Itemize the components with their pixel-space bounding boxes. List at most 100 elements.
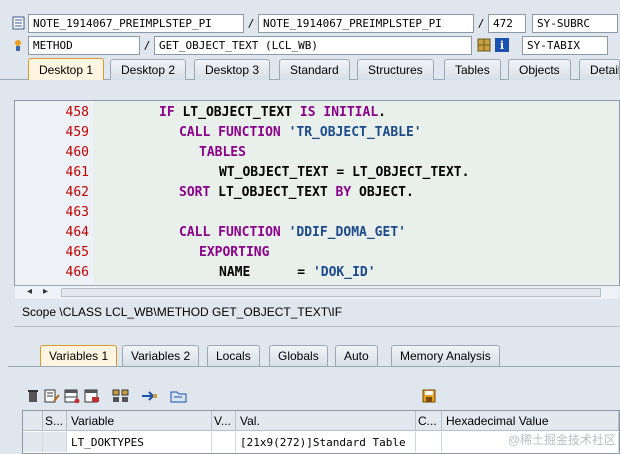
tab-tables[interactable]: Tables bbox=[444, 59, 501, 80]
line-number: 463 bbox=[65, 205, 89, 220]
program-field[interactable]: NOTE_1914067_PREIMPLSTEP_PI bbox=[28, 13, 244, 33]
remove-icon[interactable] bbox=[84, 389, 100, 406]
source-editor[interactable]: 458 459 460 461 462 463 464 465 466 IF L… bbox=[14, 100, 620, 299]
code-line-464: CALL FUNCTION 'DDIF_DOMA_GET' bbox=[179, 225, 406, 240]
hierarchy-icon[interactable] bbox=[112, 389, 130, 406]
line-number: 460 bbox=[65, 145, 89, 160]
header-row-1: NOTE_1914067_PREIMPLSTEP_PI / NOTE_19140… bbox=[0, 12, 618, 34]
code-token: BY bbox=[335, 185, 360, 200]
method-name-field[interactable]: GET_OBJECT_TEXT (LCL_WB) bbox=[154, 35, 472, 55]
code-token: LT_OBJECT_TEXT bbox=[218, 185, 336, 200]
col-header-v[interactable]: V... bbox=[212, 411, 236, 431]
tab-underline bbox=[8, 366, 620, 367]
line-number: 461 bbox=[65, 165, 89, 180]
tab-detail[interactable]: Detail bbox=[579, 59, 620, 80]
code-token: EXPORTING bbox=[199, 245, 270, 260]
col-header-c[interactable]: C... bbox=[416, 411, 442, 431]
document-icon bbox=[10, 15, 26, 31]
cell-s bbox=[43, 432, 67, 452]
info-icon[interactable]: i bbox=[494, 37, 510, 53]
col-header-hex[interactable]: Hexadecimal Value bbox=[442, 411, 619, 431]
tab-desktop-2[interactable]: Desktop 2 bbox=[110, 59, 187, 80]
separator: / bbox=[247, 16, 255, 30]
grid-icon[interactable] bbox=[476, 37, 492, 53]
cell-value[interactable]: [21x9(272)]Standard Table bbox=[236, 432, 416, 452]
tab-objects[interactable]: Objects bbox=[508, 59, 571, 80]
folder-icon[interactable] bbox=[170, 389, 188, 406]
watermark: @稀土掘金技术社区 bbox=[507, 433, 616, 447]
sysfield-1[interactable]: SY-SUBRC bbox=[532, 13, 618, 33]
line-gutter: 458 459 460 461 462 463 464 465 466 bbox=[15, 101, 93, 285]
code-token: WT_OBJECT_TEXT bbox=[219, 165, 337, 180]
row-selector[interactable] bbox=[23, 432, 43, 452]
code-token: CALL FUNCTION bbox=[179, 125, 289, 140]
code-token: TABLES bbox=[199, 145, 246, 160]
code-token: CALL FUNCTION bbox=[179, 225, 289, 240]
method-icon bbox=[10, 37, 26, 53]
cell-c bbox=[416, 432, 442, 452]
code-token: 'DOK_ID' bbox=[312, 265, 376, 280]
col-header-s[interactable]: S... bbox=[43, 411, 67, 431]
tab-variables-1[interactable]: Variables 1 bbox=[40, 345, 118, 366]
tab-variables-2[interactable]: Variables 2 bbox=[122, 345, 200, 366]
type-field[interactable]: METHOD bbox=[28, 35, 140, 55]
tab-locals[interactable]: Locals bbox=[207, 345, 260, 366]
code-line-460: TABLES bbox=[199, 145, 246, 160]
code-token: IF bbox=[159, 105, 183, 120]
code-token: LT_OBJECT_TEXT bbox=[182, 105, 300, 120]
table-icon[interactable] bbox=[64, 389, 80, 406]
line-field[interactable]: 472 bbox=[488, 13, 526, 33]
divider bbox=[14, 326, 620, 327]
code-token: IS INITIAL bbox=[299, 105, 379, 120]
tab-memory-analysis[interactable]: Memory Analysis bbox=[391, 345, 500, 366]
code-line-466: NAME = 'DOK_ID' bbox=[219, 265, 376, 280]
tab-desktop-3[interactable]: Desktop 3 bbox=[194, 59, 271, 80]
code-area[interactable]: IF LT_OBJECT_TEXT IS INITIAL. CALL FUNCT… bbox=[93, 101, 619, 285]
code-line-461: WT_OBJECT_TEXT = LT_OBJECT_TEXT. bbox=[219, 165, 469, 180]
code-line-459: CALL FUNCTION 'TR_OBJECT_TABLE' bbox=[179, 125, 422, 140]
code-line-458: IF LT_OBJECT_TEXT IS INITIAL. bbox=[159, 105, 386, 120]
include-field[interactable]: NOTE_1914067_PREIMPLSTEP_PI bbox=[258, 13, 474, 33]
code-token: SORT bbox=[179, 185, 219, 200]
cell-variable[interactable]: LT_DOKTYPES bbox=[67, 432, 212, 452]
code-token: NAME bbox=[219, 265, 298, 280]
code-token: = bbox=[297, 265, 313, 280]
delete-icon[interactable] bbox=[26, 389, 40, 406]
code-token: 'TR_OBJECT_TABLE' bbox=[288, 125, 422, 140]
line-number: 459 bbox=[65, 125, 89, 140]
svg-text:i: i bbox=[500, 39, 504, 52]
tab-desktop-1[interactable]: Desktop 1 bbox=[28, 58, 105, 80]
scroll-left-icon[interactable]: ◂ bbox=[27, 286, 32, 297]
tab-auto[interactable]: Auto bbox=[335, 345, 378, 366]
separator: / bbox=[143, 38, 151, 52]
scope-label: Scope \CLASS LCL_WB\METHOD GET_OBJECT_TE… bbox=[22, 305, 343, 319]
scroll-thumb[interactable] bbox=[61, 288, 601, 297]
cell-v bbox=[212, 432, 236, 452]
line-number: 466 bbox=[65, 265, 89, 280]
code-line-462: SORT LT_OBJECT_TEXT BY OBJECT. bbox=[179, 185, 414, 200]
scroll-right-icon[interactable]: ▸ bbox=[43, 286, 48, 297]
header-row-2: METHOD / GET_OBJECT_TEXT (LCL_WB) i SY-T… bbox=[0, 34, 608, 56]
row-selector-header bbox=[23, 411, 43, 431]
separator: / bbox=[477, 16, 485, 30]
edit-list-icon[interactable] bbox=[44, 389, 60, 406]
navigate-icon[interactable] bbox=[140, 389, 158, 406]
desktop-tabbar: Desktop 1 Desktop 2 Desktop 3 Standard S… bbox=[0, 58, 620, 80]
code-token: = bbox=[336, 165, 353, 180]
horizontal-scrollbar[interactable]: ◂ ▸ bbox=[15, 285, 619, 299]
code-token: . bbox=[378, 105, 386, 120]
col-header-val[interactable]: Val. bbox=[236, 411, 416, 431]
line-number: 462 bbox=[65, 185, 89, 200]
code-token: LT_OBJECT_TEXT. bbox=[352, 165, 470, 180]
col-header-variable[interactable]: Variable bbox=[67, 411, 212, 431]
save-icon[interactable] bbox=[422, 389, 436, 406]
sysfield-2[interactable]: SY-TABIX bbox=[522, 35, 608, 55]
code-token: 'DDIF_DOMA_GET' bbox=[288, 225, 406, 240]
tab-structures[interactable]: Structures bbox=[357, 59, 434, 80]
line-number: 465 bbox=[65, 245, 89, 260]
tab-standard[interactable]: Standard bbox=[279, 59, 350, 80]
line-number: 458 bbox=[65, 105, 89, 120]
code-token: OBJECT. bbox=[359, 185, 414, 200]
tab-globals[interactable]: Globals bbox=[269, 345, 328, 366]
line-number: 464 bbox=[65, 225, 89, 240]
